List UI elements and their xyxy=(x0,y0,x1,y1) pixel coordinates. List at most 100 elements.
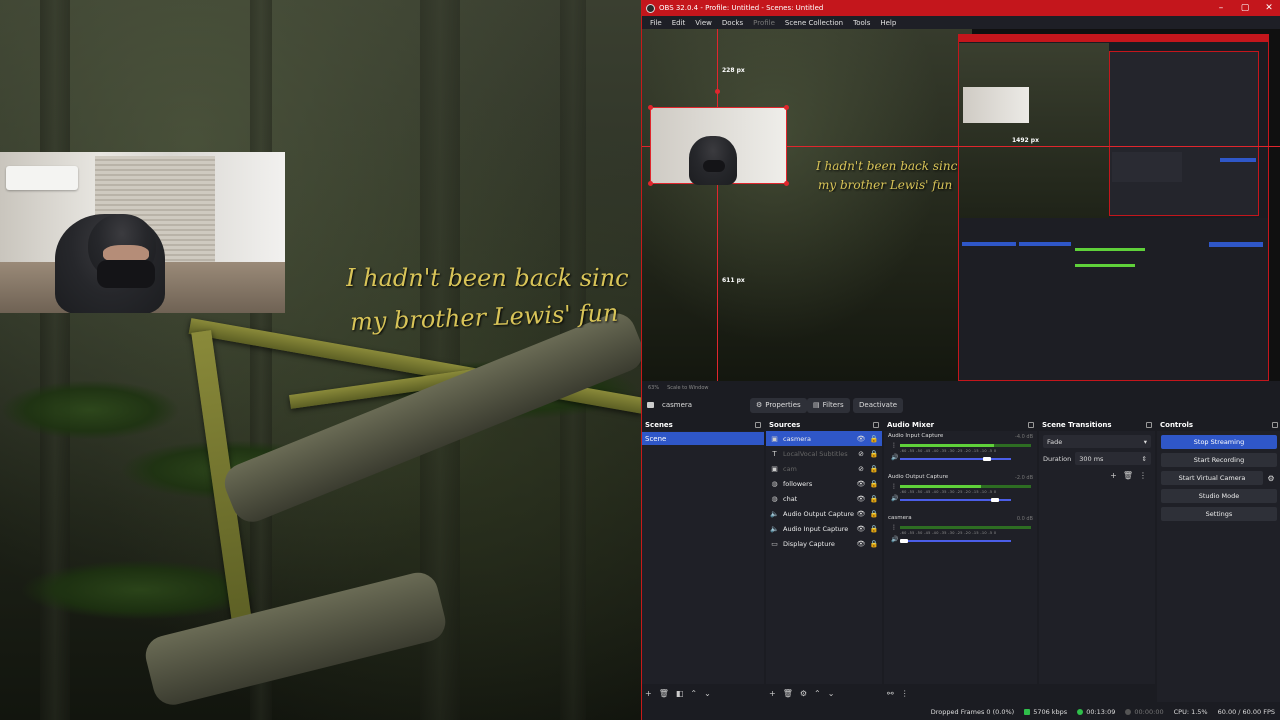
zoom-level[interactable]: 63% xyxy=(648,385,659,391)
more-icon[interactable]: ⋮ xyxy=(891,442,897,449)
eye-off-icon[interactable]: ⊘ xyxy=(856,450,866,458)
menu-docks[interactable]: Docks xyxy=(722,19,743,27)
lock-icon[interactable]: 🔒 xyxy=(869,450,879,458)
volume-slider[interactable] xyxy=(900,539,1011,543)
eye-off-icon[interactable]: ⊘ xyxy=(856,465,866,473)
trash-icon[interactable]: 🗑 xyxy=(659,689,669,698)
source-item[interactable]: 🔈 Audio Output Capture 👁 🔒 xyxy=(766,506,882,521)
scale-mode[interactable]: Scale to Window xyxy=(667,385,708,391)
more-icon[interactable]: ⋮ xyxy=(901,689,909,698)
volume-knob[interactable] xyxy=(991,498,1000,502)
duration-input[interactable]: 300 ms ⇕ xyxy=(1075,452,1151,465)
move-up-icon[interactable]: ⌃ xyxy=(814,689,821,698)
menu-profile[interactable]: Profile xyxy=(753,19,775,27)
minimize-button[interactable]: – xyxy=(1209,0,1233,16)
source-item[interactable]: ▭ Display Capture 👁 🔒 xyxy=(766,536,882,551)
trash-icon[interactable]: 🗑 xyxy=(1123,471,1133,480)
undock-icon[interactable] xyxy=(755,422,761,428)
eye-icon[interactable]: 👁 xyxy=(856,435,866,443)
move-down-icon[interactable]: ⌄ xyxy=(704,689,711,698)
channel-db: -2.0 dB xyxy=(1015,475,1033,481)
transition-select[interactable]: Fade ▾ xyxy=(1043,435,1151,448)
add-icon[interactable]: + xyxy=(1110,471,1117,480)
selected-source-box[interactable] xyxy=(650,107,787,185)
game-subtitle-line1: I hadn't been back sinc xyxy=(346,264,629,292)
deactivate-label: Deactivate xyxy=(859,401,898,409)
resize-handle[interactable] xyxy=(648,105,653,110)
resize-handle[interactable] xyxy=(784,181,789,186)
link-icon[interactable]: ⚯ xyxy=(887,689,894,698)
source-item[interactable]: ◍ chat 👁 🔒 xyxy=(766,491,882,506)
bitrate-value: 5706 kbps xyxy=(1033,708,1068,716)
lock-icon[interactable]: 🔒 xyxy=(869,540,879,548)
trash-icon[interactable]: 🗑 xyxy=(783,689,793,698)
move-down-icon[interactable]: ⌄ xyxy=(828,689,835,698)
gear-icon[interactable]: ⚙ xyxy=(1265,474,1277,483)
more-icon[interactable]: ⋮ xyxy=(1139,471,1147,480)
camera-icon: ▣ xyxy=(771,434,778,443)
source-item[interactable]: 🔈 Audio Input Capture 👁 🔒 xyxy=(766,521,882,536)
source-item[interactable]: ▣ cam ⊘ 🔒 xyxy=(766,461,882,476)
studio-mode-button[interactable]: Studio Mode xyxy=(1161,489,1277,503)
lock-icon[interactable]: 🔒 xyxy=(869,495,879,503)
add-icon[interactable]: + xyxy=(769,689,776,698)
volume-knob[interactable] xyxy=(900,539,909,543)
stop-streaming-button[interactable]: Stop Streaming xyxy=(1161,435,1277,449)
speaker-icon[interactable]: 🔊 xyxy=(891,454,898,461)
nested-game xyxy=(959,43,1109,218)
source-item[interactable]: ▣ casmera 👁 🔒 xyxy=(766,431,882,446)
menu-scene-collection[interactable]: Scene Collection xyxy=(785,19,843,27)
eye-icon[interactable]: 👁 xyxy=(856,480,866,488)
volume-slider[interactable] xyxy=(900,498,1011,502)
scene-item[interactable]: Scene xyxy=(642,432,764,445)
add-icon[interactable]: + xyxy=(645,689,652,698)
menu-tools[interactable]: Tools xyxy=(853,19,870,27)
undock-icon[interactable] xyxy=(1028,422,1034,428)
channel-name: Audio Output Capture xyxy=(888,474,949,480)
settings-button[interactable]: Settings xyxy=(1161,507,1277,521)
menu-edit[interactable]: Edit xyxy=(672,19,686,27)
close-button[interactable]: ✕ xyxy=(1257,0,1280,16)
stepper-icon: ⇕ xyxy=(1141,454,1147,463)
lock-icon[interactable]: 🔒 xyxy=(869,480,879,488)
speaker-icon[interactable]: 🔊 xyxy=(891,536,898,543)
start-virtual-camera-button[interactable]: Start Virtual Camera xyxy=(1161,471,1263,485)
source-item[interactable]: ◍ followers 👁 🔒 xyxy=(766,476,882,491)
menu-file[interactable]: File xyxy=(650,19,662,27)
volume-knob[interactable] xyxy=(982,457,991,461)
volume-slider[interactable] xyxy=(900,457,1011,461)
eye-icon[interactable]: 👁 xyxy=(856,540,866,548)
deactivate-button[interactable]: Deactivate xyxy=(853,397,904,413)
eye-icon[interactable]: 👁 xyxy=(856,495,866,503)
move-up-icon[interactable]: ⌃ xyxy=(690,689,697,698)
speaker-icon[interactable]: 🔊 xyxy=(891,495,898,502)
bitrate-indicator: 5706 kbps xyxy=(1024,708,1067,716)
eye-icon[interactable]: 👁 xyxy=(856,510,866,518)
filters-button[interactable]: ▤ Filters xyxy=(807,397,850,413)
gear-icon[interactable]: ⚙ xyxy=(800,689,807,698)
menu-help[interactable]: Help xyxy=(880,19,896,27)
resize-handle[interactable] xyxy=(715,89,720,94)
lock-icon[interactable]: 🔒 xyxy=(869,435,879,443)
more-icon[interactable]: ⋮ xyxy=(891,524,897,531)
start-recording-button[interactable]: Start Recording xyxy=(1161,453,1277,467)
resize-handle[interactable] xyxy=(784,105,789,110)
undock-icon[interactable] xyxy=(1146,422,1152,428)
eye-icon[interactable]: 👁 xyxy=(856,525,866,533)
lock-icon[interactable]: 🔒 xyxy=(869,465,879,473)
menu-view[interactable]: View xyxy=(695,19,712,27)
filter-icon[interactable]: ◧ xyxy=(676,689,684,698)
virtual-camera-row: Start Virtual Camera ⚙ xyxy=(1157,467,1280,485)
lock-icon[interactable]: 🔒 xyxy=(869,510,879,518)
undock-icon[interactable] xyxy=(873,422,879,428)
title-bar: OBS 32.0.4 - Profile: Untitled - Scenes:… xyxy=(642,0,1280,16)
preview-canvas[interactable]: I hadn't been back sinc my brother Lewis… xyxy=(642,29,1280,381)
more-icon[interactable]: ⋮ xyxy=(891,483,897,490)
properties-button[interactable]: ⚙ Properties xyxy=(750,397,807,413)
lock-icon[interactable]: 🔒 xyxy=(869,525,879,533)
undock-icon[interactable] xyxy=(1272,422,1278,428)
resize-handle[interactable] xyxy=(648,181,653,186)
maximize-button[interactable]: ▢ xyxy=(1233,0,1257,16)
selected-source-name: casmera xyxy=(662,401,693,409)
source-item[interactable]: T LocalVocal Subtitles ⊘ 🔒 xyxy=(766,446,882,461)
